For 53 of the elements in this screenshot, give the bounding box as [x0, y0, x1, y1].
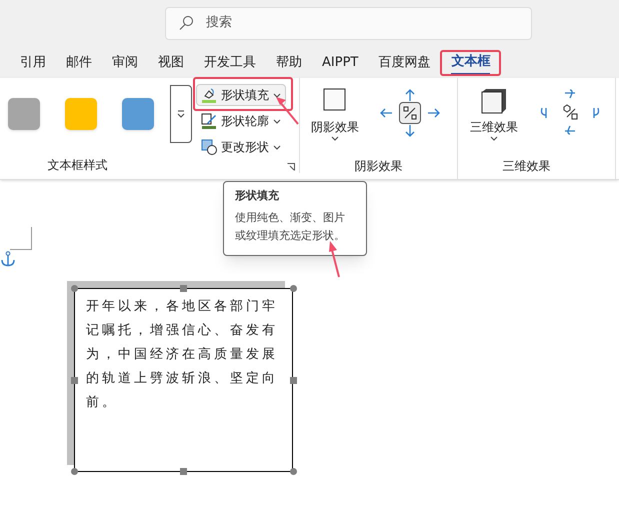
ribbon-tab[interactable]: 文本框 — [440, 50, 502, 76]
resize-handle[interactable] — [71, 377, 78, 384]
search-icon — [178, 15, 194, 31]
paint-bucket-icon — [201, 87, 217, 103]
square-shadow-icon — [323, 88, 347, 112]
resize-handle[interactable] — [71, 468, 78, 475]
text-box[interactable]: 开年以来，各地区各部门牢记嘱托，增强信心、奋发有为，中国经济在高质量发展的轨道上劈波斩浪、坚定向前。 — [74, 288, 293, 472]
tooltip-title: 形状填充 — [235, 188, 280, 204]
pencil-icon — [201, 113, 217, 129]
chevron-icon — [490, 136, 498, 141]
ribbon-tab[interactable]: 百度网盘 — [368, 50, 440, 76]
style-swatch[interactable] — [8, 98, 40, 130]
group-label: 文本框样式 — [48, 156, 108, 174]
expand-icon — [177, 110, 185, 118]
gallery-expand-button[interactable] — [170, 85, 192, 143]
ribbon-tab[interactable]: 帮助 — [266, 50, 312, 76]
3d-box-icon — [481, 88, 507, 114]
shape-format-button[interactable]: 更改形状 — [196, 136, 286, 158]
style-swatch[interactable] — [122, 98, 154, 130]
ribbon-tab[interactable]: 审阅 — [102, 50, 148, 76]
resize-handle[interactable] — [290, 285, 297, 292]
resize-handle[interactable] — [290, 468, 297, 475]
group-label: 三维效果 — [502, 158, 550, 174]
shapes-icon — [201, 139, 217, 155]
chevron-icon — [273, 92, 281, 98]
chevron-icon — [273, 144, 281, 150]
chevron-icon — [273, 118, 281, 124]
ribbon-tab[interactable]: 引用 — [10, 50, 56, 76]
3d-toggle-icon[interactable] — [562, 104, 578, 120]
shadow-effects-button[interactable]: 阴影效果 — [308, 88, 362, 141]
shape-format-button[interactable]: 形状轮廓 — [196, 110, 286, 132]
chevron-icon — [331, 136, 339, 141]
anchor-icon — [1, 251, 15, 267]
ribbon-tab[interactable]: 开发工具 — [194, 50, 266, 76]
ribbon-tab[interactable]: 邮件 — [56, 50, 102, 76]
ribbon-tab[interactable]: AIPPT — [312, 50, 368, 76]
ribbon-tab[interactable]: 视图 — [148, 50, 194, 76]
3d-effects-button[interactable]: 三维效果 — [466, 88, 522, 141]
nudge-shadow-toggle[interactable] — [399, 102, 421, 124]
shape-format-button[interactable]: 形状填充 — [196, 84, 286, 106]
dialog-launcher-icon[interactable] — [287, 163, 295, 171]
shadow-toggle-icon — [403, 106, 417, 120]
margin-corner-mark — [10, 227, 32, 250]
search-field[interactable]: 搜索 — [165, 6, 532, 40]
text-box-content: 开年以来，各地区各部门牢记嘱托，增强信心、奋发有为，中国经济在高质量发展的轨道上劈波斩浪、坚定向前。 — [86, 298, 279, 412]
search-input[interactable]: 搜索 — [206, 13, 506, 33]
resize-handle[interactable] — [290, 377, 297, 384]
resize-handle[interactable] — [180, 285, 187, 292]
resize-handle[interactable] — [180, 468, 187, 475]
tooltip-body: 使用纯色、渐变、图片或纹理填充选定形状。 — [235, 210, 346, 244]
style-swatch[interactable] — [65, 98, 97, 130]
group-label: 阴影效果 — [354, 158, 402, 174]
pointer-arrow — [274, 96, 300, 126]
